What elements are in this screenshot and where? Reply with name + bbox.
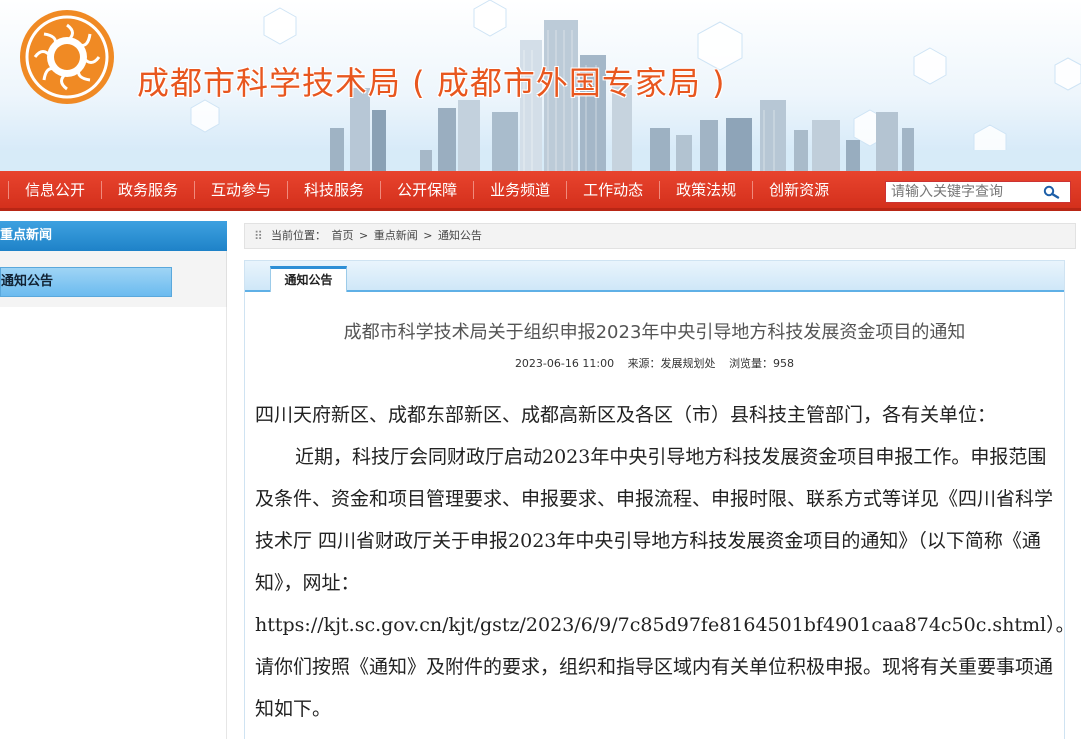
panel-tab-bar: 通知公告	[245, 261, 1064, 292]
breadcrumb-separator: >	[359, 229, 369, 242]
search-icon	[1043, 185, 1060, 199]
search-input[interactable]	[886, 182, 1036, 202]
site-banner: 成都市科学技术局 ( 成都市外国专家局 )	[0, 0, 1081, 171]
nav-item-disclosure-guarantee[interactable]: 公开保障	[380, 180, 473, 199]
sidebar-filler	[0, 307, 227, 739]
breadcrumb-prefix: 当前位置：	[271, 229, 326, 242]
article-paragraph: 四川天府新区、成都东部新区、成都高新区及各区（市）县科技主管部门，各有关单位：	[255, 404, 997, 426]
article-source: 来源：发展规划处	[627, 357, 716, 370]
breadcrumb-dots-icon: ⠿	[254, 229, 263, 243]
article-title: 成都市科学技术局关于组织申报2023年中央引导地方科技发展资金项目的通知	[343, 322, 966, 343]
sidebar-heading: 重点新闻	[0, 221, 227, 251]
nav-item-innovation-resources[interactable]: 创新资源	[752, 180, 845, 199]
breadcrumb: ⠿ 当前位置： 首页 > 重点新闻 > 通知公告	[244, 223, 1076, 249]
breadcrumb-current[interactable]: 通知公告	[438, 229, 482, 242]
logo[interactable]	[18, 8, 116, 106]
breadcrumb-home-link[interactable]: 首页	[332, 229, 354, 242]
article-body: 四川天府新区、成都东部新区、成都高新区及各区（市）县科技主管部门，各有关单位： …	[255, 394, 1075, 730]
search-box	[885, 181, 1071, 203]
breadcrumb-separator: >	[423, 229, 433, 242]
nav-item-interaction[interactable]: 互动参与	[194, 180, 287, 199]
nav-list: 信息公开 政务服务 互动参与 科技服务 公开保障 业务频道 工作动态 政策法规 …	[8, 171, 845, 208]
article-views: 浏览量：958	[729, 357, 795, 370]
tab-notices[interactable]: 通知公告	[270, 266, 347, 292]
nav-item-info-disclosure[interactable]: 信息公开	[8, 180, 101, 199]
search-button[interactable]	[1036, 182, 1068, 202]
nav-item-business-channel[interactable]: 业务频道	[473, 180, 566, 199]
sidebar-item-notices[interactable]: 通知公告	[0, 267, 172, 297]
breadcrumb-section-link[interactable]: 重点新闻	[374, 229, 418, 242]
article-date: 2023-06-16 11:00	[514, 357, 615, 370]
article-meta: 2023-06-16 11:00 来源：发展规划处 浏览量：958	[245, 355, 1064, 371]
nav-item-policies[interactable]: 政策法规	[659, 180, 752, 199]
site-title: 成都市科学技术局 ( 成都市外国专家局 )	[137, 64, 726, 102]
nav-item-government-services[interactable]: 政务服务	[101, 180, 194, 199]
sidebar: 重点新闻 通知公告	[0, 221, 227, 307]
nav-item-tech-services[interactable]: 科技服务	[287, 180, 380, 199]
nav-item-work-news[interactable]: 工作动态	[566, 180, 659, 199]
article-panel: 通知公告 成都市科学技术局关于组织申报2023年中央引导地方科技发展资金项目的通…	[244, 260, 1075, 739]
article-paragraph: 近期，科技厅会同财政厅启动2023年中央引导地方科技发展资金项目申报工作。申报范…	[255, 446, 1075, 720]
